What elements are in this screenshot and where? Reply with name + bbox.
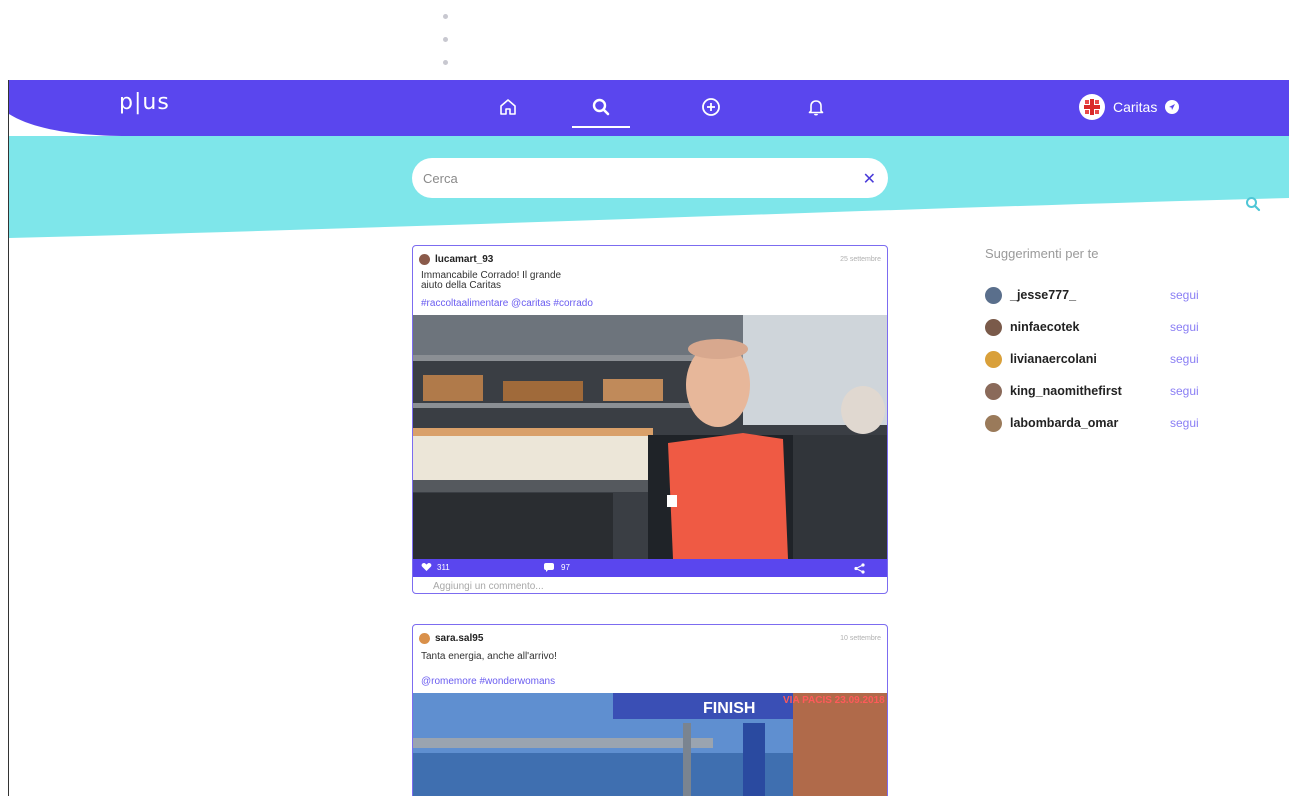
nav-home-button[interactable] xyxy=(491,92,525,122)
suggestion-row: king_naomithefirst segui xyxy=(985,375,1245,407)
caritas-avatar xyxy=(1079,94,1105,120)
banner-text: FINISH xyxy=(703,700,755,717)
suggestions-title: Suggerimenti per te xyxy=(985,246,1099,261)
follow-button[interactable]: segui xyxy=(1170,352,1199,366)
share-button[interactable] xyxy=(854,563,865,576)
current-user[interactable]: Caritas xyxy=(1079,94,1180,120)
post-card: lucamart_93 25 settembre Immancabile Cor… xyxy=(412,245,888,594)
home-icon xyxy=(500,99,516,115)
post-tags[interactable]: @romemore #wonderwomans xyxy=(413,662,887,693)
suggestion-row: labombarda_omar segui xyxy=(985,407,1245,439)
app-frame: p|us Caritas Cerca ✕ lucamart_93 25 sett… xyxy=(8,80,1289,796)
search-icon xyxy=(1246,197,1261,212)
comment-button[interactable]: 97 xyxy=(543,562,570,573)
follow-button[interactable]: segui xyxy=(1170,320,1199,334)
add-circle-icon xyxy=(702,98,720,116)
app-logo[interactable]: p|us xyxy=(119,90,170,115)
post-photo-image: FINISH VIA PACIS 23.09.2018 xyxy=(413,693,887,796)
avatar[interactable] xyxy=(985,350,1002,368)
suggestion-row: ninfaecotek segui xyxy=(985,311,1245,343)
post-caption: Tanta energia, anche all'arrivo! xyxy=(421,651,557,662)
post-username[interactable]: sara.sal95 xyxy=(435,633,483,644)
post-caption: Immancabile Corrado! Il grande aiuto del… xyxy=(421,270,562,291)
suggestion-username[interactable]: _jesse777_ xyxy=(1010,288,1170,302)
suggestions-panel: Suggerimenti per te _jesse777_ segui nin… xyxy=(985,246,1245,439)
avatar[interactable] xyxy=(985,382,1002,400)
post-date: 10 settembre xyxy=(840,634,881,642)
avatar[interactable] xyxy=(985,318,1002,336)
suggestion-row: livianaercolani segui xyxy=(985,343,1245,375)
nav-search-button[interactable] xyxy=(572,92,630,128)
search-icon xyxy=(592,98,610,116)
search-bar: ✕ xyxy=(412,158,888,198)
comment-icon xyxy=(544,563,554,572)
suggestion-username[interactable]: labombarda_omar xyxy=(1010,416,1170,430)
suggestion-row: _jesse777_ segui xyxy=(985,279,1245,311)
logo-text: p|us xyxy=(119,90,170,115)
avatar[interactable] xyxy=(419,632,430,644)
clear-search-icon[interactable]: ✕ xyxy=(863,169,876,189)
bell-icon xyxy=(808,100,824,116)
nav-add-button[interactable] xyxy=(694,92,728,122)
post-photo: FINISH VIA PACIS 23.09.2018 xyxy=(413,693,887,796)
search-input[interactable] xyxy=(421,169,845,187)
follow-button[interactable]: segui xyxy=(1170,416,1199,430)
nav-notifications-button[interactable] xyxy=(799,92,833,122)
caritas-logo-icon xyxy=(1084,99,1100,115)
like-count: 311 xyxy=(437,562,450,572)
avatar[interactable] xyxy=(985,414,1002,432)
post-tags[interactable]: #raccoltaalimentare @caritas #corrado xyxy=(413,291,887,315)
post-username[interactable]: lucamart_93 xyxy=(435,254,493,265)
suggestion-username[interactable]: ninfaecotek xyxy=(1010,320,1170,334)
banner-subtext: VIA PACIS 23.09.2018 xyxy=(783,695,885,706)
post-card: sara.sal95 10 settembre Tanta energia, a… xyxy=(412,624,888,796)
like-button[interactable]: 311 xyxy=(421,562,450,572)
post-date: 25 settembre xyxy=(840,255,881,263)
suggestion-username[interactable]: livianaercolani xyxy=(1010,352,1170,366)
comment-count: 97 xyxy=(561,563,570,572)
send-icon[interactable] xyxy=(1165,100,1180,114)
post-actions: 311 97 xyxy=(413,559,887,577)
user-name: Caritas xyxy=(1113,99,1158,115)
follow-button[interactable]: segui xyxy=(1170,384,1199,398)
share-icon xyxy=(854,563,865,574)
post-photo-image xyxy=(413,315,887,559)
avatar[interactable] xyxy=(985,286,1002,304)
avatar[interactable] xyxy=(419,253,430,265)
heart-icon xyxy=(421,563,432,571)
comment-input[interactable]: Aggiungi un commento... xyxy=(413,577,887,593)
sidebar-search-button[interactable] xyxy=(1245,196,1261,217)
follow-button[interactable]: segui xyxy=(1170,288,1199,302)
post-header: lucamart_93 25 settembre xyxy=(413,246,887,268)
post-header: sara.sal95 10 settembre xyxy=(413,625,887,647)
suggestion-username[interactable]: king_naomithefirst xyxy=(1010,384,1170,398)
post-photo xyxy=(413,315,887,559)
